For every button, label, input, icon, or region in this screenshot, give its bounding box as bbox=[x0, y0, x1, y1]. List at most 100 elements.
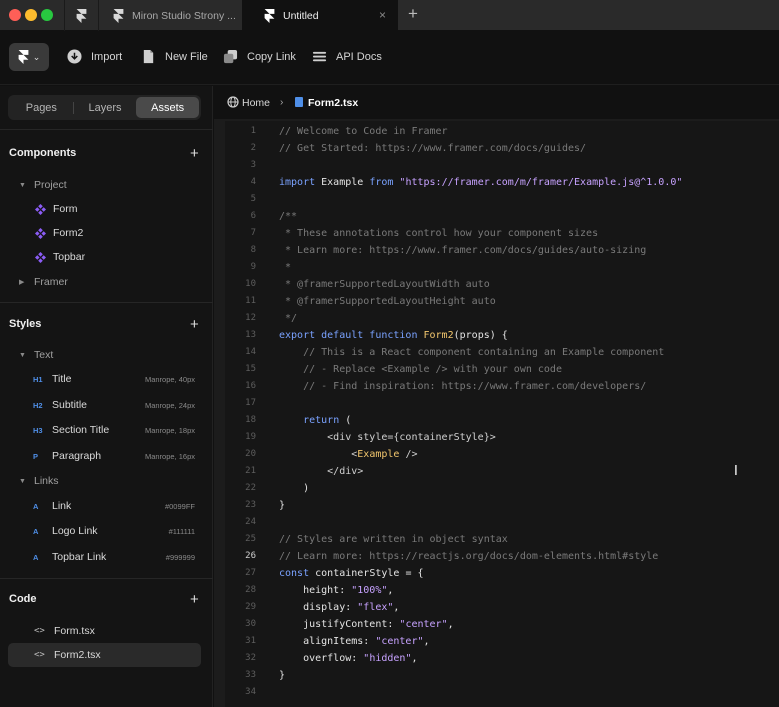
code-line[interactable]: 28 height: "100%", bbox=[225, 582, 779, 599]
code-line[interactable]: 1 // Welcome to Code in Framer bbox=[225, 123, 779, 140]
project-group[interactable]: ▼ Project bbox=[0, 176, 213, 194]
style-item-logo-link[interactable]: A Logo Link #111111 bbox=[0, 522, 213, 540]
component-icon bbox=[35, 251, 46, 263]
code-line[interactable]: 6 /** bbox=[225, 208, 779, 225]
globe-icon bbox=[227, 96, 239, 108]
component-item-form2[interactable]: Form2 bbox=[0, 224, 213, 242]
line-number: 28 bbox=[245, 585, 256, 595]
code-line[interactable]: 9 * bbox=[225, 259, 779, 276]
component-item-topbar[interactable]: Topbar bbox=[0, 248, 213, 266]
code-line[interactable]: 18 return ( bbox=[225, 412, 779, 429]
framer-group-label: Framer bbox=[34, 276, 68, 288]
links-styles-group[interactable]: ▼ Links bbox=[0, 472, 213, 490]
code-token: ) bbox=[279, 483, 310, 494]
code-line[interactable]: 22 ) bbox=[225, 480, 779, 497]
framer-group[interactable]: ▶ Framer bbox=[0, 273, 213, 291]
code-line[interactable]: 4 import Example from "https://framer.com… bbox=[225, 174, 779, 191]
code-line[interactable]: 5 bbox=[225, 191, 779, 208]
tab-untitled[interactable]: Untitled × bbox=[242, 0, 398, 31]
line-number: 34 bbox=[245, 687, 256, 697]
code-line[interactable]: 27 const containerStyle = { bbox=[225, 565, 779, 582]
code-line[interactable]: 8 * Learn more: https://www.framer.com/d… bbox=[225, 242, 779, 259]
style-item-link[interactable]: A Link #0099FF bbox=[0, 497, 213, 515]
tab-miron-studio[interactable]: Miron Studio Strony ... bbox=[98, 0, 242, 31]
line-number: 18 bbox=[245, 415, 256, 425]
style-item-subtitle[interactable]: H2 Subtitle Manrope, 24px bbox=[0, 396, 213, 414]
code-line[interactable]: 2 // Get Started: https://www.framer.com/… bbox=[225, 140, 779, 157]
add-style-button[interactable]: + bbox=[190, 317, 199, 332]
code-line[interactable]: 29 display: "flex", bbox=[225, 599, 779, 616]
tab-assets[interactable]: Assets bbox=[136, 97, 200, 118]
code-line[interactable]: 21 </div> bbox=[225, 463, 779, 480]
add-code-file-button[interactable]: + bbox=[190, 592, 199, 607]
code-token: // Styles are written in object syntax bbox=[279, 534, 508, 545]
code-line[interactable]: 13 export default function Form2(props) { bbox=[225, 327, 779, 344]
title-bar: Miron Studio Strony ... Untitled × + bbox=[0, 0, 779, 31]
code-line[interactable]: 33} bbox=[225, 667, 779, 684]
code-line[interactable]: 34 bbox=[225, 684, 779, 701]
text-styles-group[interactable]: ▼ Text bbox=[0, 346, 213, 364]
code-content: * @framerSupportedLayoutHeight auto bbox=[279, 293, 496, 310]
code-line[interactable]: 25 // Styles are written in object syntax bbox=[225, 531, 779, 548]
code-line[interactable]: 26 // Learn more: https://reactjs.org/doc… bbox=[225, 548, 779, 565]
code-line[interactable]: 24 bbox=[225, 514, 779, 531]
code-line[interactable]: 23} bbox=[225, 497, 779, 514]
code-content: return ( bbox=[279, 412, 351, 429]
code-content: // Get Started: https://www.framer.com/d… bbox=[279, 140, 586, 157]
code-token: return bbox=[303, 415, 340, 426]
close-tab-icon[interactable]: × bbox=[379, 8, 386, 22]
api-docs-button[interactable]: API Docs bbox=[312, 49, 382, 64]
copy-link-button[interactable]: Copy Link bbox=[223, 49, 296, 64]
code-line[interactable]: 10 * @framerSupportedLayoutWidth auto bbox=[225, 276, 779, 293]
code-content: // This is a React component containing … bbox=[279, 344, 664, 361]
tab-layers[interactable]: Layers bbox=[74, 97, 137, 118]
tab-label: Untitled bbox=[283, 9, 319, 22]
code-token: export default function bbox=[279, 330, 424, 341]
code-token: const bbox=[279, 568, 310, 579]
style-item-title[interactable]: H1 Title Manrope, 40px bbox=[0, 370, 213, 388]
style-item-section-title[interactable]: H3 Section Title Manrope, 18px bbox=[0, 421, 213, 439]
styles-section-title: Styles bbox=[9, 318, 42, 330]
import-button[interactable]: Import bbox=[67, 49, 122, 64]
line-number: 5 bbox=[250, 194, 256, 204]
tab-pages[interactable]: Pages bbox=[10, 97, 73, 118]
code-line[interactable]: 11 * @framerSupportedLayoutHeight auto bbox=[225, 293, 779, 310]
code-line[interactable]: 20 <Example /> bbox=[225, 446, 779, 463]
code-content: // - Replace <Example /> with your own c… bbox=[279, 361, 562, 378]
style-label: Paragraph bbox=[52, 450, 102, 462]
code-line[interactable]: 17 bbox=[225, 395, 779, 412]
style-item-topbar-link[interactable]: A Topbar Link #999999 bbox=[0, 548, 213, 566]
breadcrumb-home[interactable]: Home bbox=[242, 97, 270, 109]
tab-home[interactable] bbox=[64, 0, 98, 31]
code-line[interactable]: 3 bbox=[225, 157, 779, 174]
close-window-button[interactable] bbox=[9, 9, 21, 21]
code-token: * @framerSupportedLayoutWidth auto bbox=[279, 279, 490, 290]
framer-logo-icon bbox=[18, 50, 29, 64]
new-tab-button[interactable]: + bbox=[408, 4, 418, 24]
text-cursor-icon: I bbox=[734, 464, 738, 479]
code-line[interactable]: 16 // - Find inspiration: https://www.fr… bbox=[225, 378, 779, 395]
code-line[interactable]: 12 */ bbox=[225, 310, 779, 327]
minimize-window-button[interactable] bbox=[25, 9, 37, 21]
new-file-button[interactable]: New File bbox=[141, 49, 208, 64]
add-component-button[interactable]: + bbox=[190, 146, 199, 161]
code-content: <div style={containerStyle}> bbox=[279, 429, 496, 446]
code-content: <Example /> bbox=[279, 446, 417, 463]
framer-logo-icon bbox=[264, 8, 275, 23]
line-number: 23 bbox=[245, 500, 256, 510]
main-menu-button[interactable]: ⌄ bbox=[9, 43, 49, 71]
style-item-paragraph[interactable]: P Paragraph Manrope, 16px bbox=[0, 447, 213, 465]
code-line[interactable]: 19 <div style={containerStyle}> bbox=[225, 429, 779, 446]
code-line[interactable]: 31 alignItems: "center", bbox=[225, 633, 779, 650]
code-text-area[interactable]: 1 // Welcome to Code in Framer 2 // Get Sta… bbox=[225, 121, 779, 707]
code-line[interactable]: 14 // This is a React component containi… bbox=[225, 344, 779, 361]
code-line[interactable]: 30 justifyContent: "center", bbox=[225, 616, 779, 633]
code-file-form[interactable]: <> Form.tsx bbox=[8, 619, 201, 643]
code-line[interactable]: 15 // - Replace <Example /> with your ow… bbox=[225, 361, 779, 378]
code-file-form2[interactable]: <> Form2.tsx bbox=[8, 643, 201, 667]
code-line[interactable]: 32 overflow: "hidden", bbox=[225, 650, 779, 667]
maximize-window-button[interactable] bbox=[41, 9, 53, 21]
component-item-form[interactable]: Form bbox=[0, 200, 213, 218]
code-line[interactable]: 7 * These annotations control how your c… bbox=[225, 225, 779, 242]
